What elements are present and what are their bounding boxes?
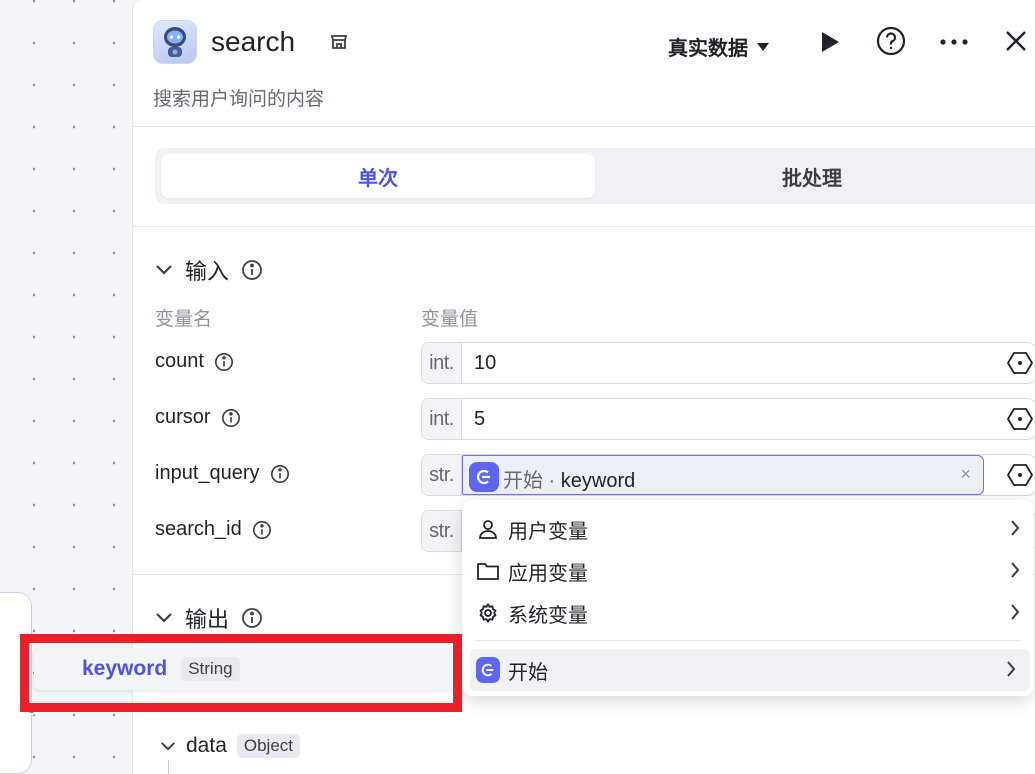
info-icon[interactable]: [252, 520, 272, 540]
info-icon[interactable]: [221, 408, 241, 428]
chevron-right-icon: [1011, 604, 1020, 620]
data-mode-select[interactable]: 真实数据: [668, 32, 770, 61]
gear-icon: [476, 603, 500, 623]
variable-picker-icon[interactable]: [1007, 351, 1033, 375]
output-section-header[interactable]: 输出: [155, 602, 263, 634]
more-icon[interactable]: [939, 38, 969, 46]
count-value[interactable]: 10: [474, 352, 496, 375]
close-icon[interactable]: [1005, 30, 1027, 52]
start-node-icon: [469, 462, 499, 492]
dropdown-item-system-variables[interactable]: 系统变量: [462, 592, 1034, 634]
reference-text: 开始 · keyword: [503, 470, 636, 492]
chevron-right-icon: [1007, 661, 1016, 677]
output-data-name: data: [186, 734, 227, 757]
run-icon[interactable]: [819, 30, 841, 54]
chevron-down-icon: [156, 265, 172, 275]
info-icon[interactable]: [270, 464, 290, 484]
info-icon[interactable]: [241, 607, 263, 629]
help-icon[interactable]: [875, 25, 907, 57]
dropdown-item-start-node[interactable]: 开始: [470, 649, 1030, 691]
output-section-title: 输出: [185, 607, 230, 632]
data-mode-label: 真实数据: [668, 38, 748, 60]
node-title: search: [211, 26, 296, 57]
input-row-cursor: cursor int. 5: [155, 398, 1035, 440]
node-description: 搜索用户询问的内容: [153, 89, 325, 110]
dropdown-item-app-variables[interactable]: 应用变量: [462, 550, 1034, 592]
chevron-down-icon: [156, 613, 172, 623]
divider: [133, 126, 1035, 127]
cursor-value-field[interactable]: int. 5: [421, 398, 1035, 440]
variable-name: input_query: [155, 462, 290, 485]
variable-reference-chip[interactable]: 开始 · keyword ×: [462, 455, 984, 495]
count-value-field[interactable]: int. 10: [421, 342, 1035, 384]
input-query-value-field[interactable]: str. 开始 · keyword ×: [421, 454, 1035, 496]
variable-picker-icon[interactable]: [1007, 407, 1033, 431]
run-mode-tabs: 单次 批处理: [155, 148, 1035, 204]
input-row-count: count int. 10: [155, 342, 1035, 384]
tree-line: [168, 760, 169, 774]
output-data-type: Object: [236, 734, 301, 758]
robot-avatar-icon: [153, 20, 197, 64]
variable-picker-dropdown: 用户变量 应用变量 系统变量 开始: [462, 500, 1034, 696]
type-tag: str.: [422, 455, 462, 495]
tab-single[interactable]: 单次: [161, 154, 595, 198]
info-icon[interactable]: [214, 352, 234, 372]
type-tag: int.: [422, 399, 462, 439]
cursor-value[interactable]: 5: [474, 408, 485, 431]
clear-reference-icon[interactable]: ×: [960, 464, 971, 485]
highlight-box: [20, 634, 462, 712]
dropdown-separator: [476, 640, 1020, 641]
column-header-value: 变量值: [421, 309, 479, 330]
folder-icon: [476, 561, 500, 581]
store-icon[interactable]: [329, 32, 349, 52]
input-row-input-query: input_query str. 开始 · keyword ×: [155, 454, 1035, 496]
type-tag: int.: [422, 343, 462, 383]
column-header-name: 变量名: [155, 309, 213, 330]
chevron-right-icon: [1011, 520, 1020, 536]
variable-name: cursor: [155, 406, 241, 429]
input-section-title: 输入: [185, 259, 230, 284]
divider: [133, 226, 1035, 227]
user-icon: [476, 519, 500, 539]
variable-name: count: [155, 350, 234, 373]
start-node-icon: [476, 657, 500, 683]
variable-picker-icon[interactable]: [1007, 463, 1033, 487]
input-section-header[interactable]: 输入: [155, 254, 263, 286]
caret-down-icon: [757, 42, 769, 51]
variable-name: search_id: [155, 518, 272, 541]
panel-header: search 真实数据: [153, 20, 1035, 68]
chevron-right-icon: [1011, 562, 1020, 578]
tab-batch[interactable]: 批处理: [595, 154, 1029, 198]
info-icon[interactable]: [241, 259, 263, 281]
output-item-data[interactable]: data Object: [160, 734, 301, 758]
chevron-down-icon: [161, 741, 175, 751]
dropdown-item-user-variables[interactable]: 用户变量: [462, 508, 1034, 550]
type-tag: str.: [422, 511, 462, 551]
